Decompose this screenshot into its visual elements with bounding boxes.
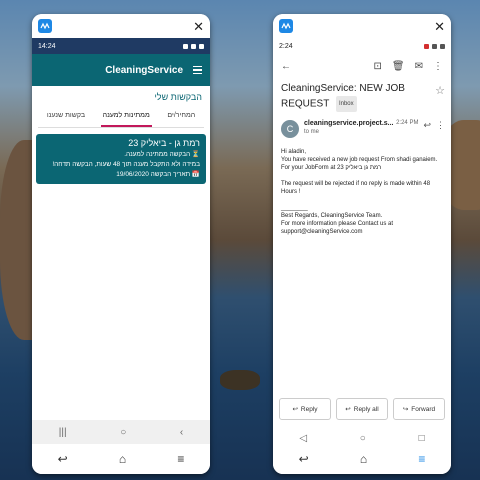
right-app-window: ✕ 2:24 ← ⊡ 🗑 ✉ ⋮ CleaningService: NEW JO… <box>273 14 451 474</box>
avatar: C <box>281 120 299 138</box>
status-bar: 14:24 <box>32 38 210 54</box>
request-status: הבקשה ממתינה למענה. <box>124 151 191 158</box>
close-icon[interactable]: ✕ <box>193 20 204 33</box>
menu-lines-icon[interactable]: ≡ <box>418 452 425 466</box>
reply-actions: ↩ Reply ↩ Reply all ↪ Forward <box>279 398 445 420</box>
body-line: For more information please Contact us a… <box>281 221 394 227</box>
back-icon[interactable]: ‹ <box>180 427 183 438</box>
tab-prices[interactable]: המחיר/ים <box>165 104 197 127</box>
delete-icon[interactable]: 🗑 <box>392 61 405 72</box>
wifi-icon <box>432 43 437 49</box>
home-outline-icon[interactable]: ⌂ <box>360 452 367 466</box>
body-line: Hi aladin, <box>281 149 307 155</box>
page-title: הבקשות שלי <box>154 92 202 102</box>
home-icon[interactable]: ○ <box>360 433 366 444</box>
window-bottom-bar: ↩ ⌂ ≡ <box>32 444 210 474</box>
window-titlebar: ✕ <box>32 14 210 38</box>
app-icon <box>279 19 293 33</box>
star-icon[interactable]: ☆ <box>435 84 445 98</box>
email-toolbar: ← ⊡ 🗑 ✉ ⋮ <box>273 54 451 78</box>
forward-button[interactable]: ↪ Forward <box>393 398 445 420</box>
status-time: 2:24 <box>279 42 293 50</box>
request-card[interactable]: רמת גן - ביאליק 23 ⏳ הבקשה ממתינה למענה.… <box>36 134 206 184</box>
hourglass-icon: ⏳ <box>191 151 200 158</box>
recipient[interactable]: to me <box>304 129 418 135</box>
tab-bar: בקשות שנענו ממתינות למענה המחיר/ים <box>38 104 204 128</box>
menu-lines-icon[interactable]: ≡ <box>177 452 184 466</box>
request-date: תאריך הבקשה 19/06/2020 <box>116 171 191 178</box>
back-arrow-icon[interactable]: ↩ <box>58 452 68 466</box>
sent-time: 2:24 PM <box>396 120 419 126</box>
body-line: ________ <box>281 205 308 211</box>
body-line: For your JobForm at רמת גן ביאליק 23 <box>281 165 382 171</box>
wifi-icon <box>183 43 188 49</box>
reply-icon[interactable]: ↩ <box>423 120 431 131</box>
signal-icon <box>191 43 196 49</box>
body-line: You have received a new job request From… <box>281 157 438 163</box>
email-body: Hi aladin, You have received a new job r… <box>273 138 451 246</box>
app-bar: CleaningService <box>32 54 210 86</box>
window-titlebar: ✕ <box>273 14 451 38</box>
reply-all-label: Reply all <box>353 405 379 413</box>
window-bottom-bar: ↩ ⌂ ≡ <box>273 444 451 474</box>
status-bar: 2:24 <box>273 38 451 54</box>
battery-icon <box>440 43 445 49</box>
app-icon <box>38 19 52 33</box>
body-line: The request will be rejected if no reply… <box>281 181 431 195</box>
recents-icon[interactable]: ||| <box>59 427 67 438</box>
email-subject: CleaningService: NEW JOB REQUEST Inbox ☆ <box>273 78 451 112</box>
sender-row: C cleaningservice.project.s... 2:24 PM t… <box>273 112 451 138</box>
more-icon[interactable]: ⋮ <box>433 61 443 72</box>
home-icon[interactable]: ○ <box>120 427 126 438</box>
inbox-label[interactable]: Inbox <box>335 96 357 112</box>
close-icon[interactable]: ✕ <box>434 20 445 33</box>
back-arrow-icon[interactable]: ← <box>281 61 291 72</box>
tab-pending[interactable]: ממתינות למענה <box>100 104 152 127</box>
battery-icon <box>199 43 204 49</box>
background-rock <box>220 370 260 390</box>
reply-label: Reply <box>300 405 318 413</box>
recents-icon[interactable]: □ <box>419 433 425 444</box>
tab-answered[interactable]: בקשות שנענו <box>45 104 87 127</box>
home-outline-icon[interactable]: ⌂ <box>119 452 126 466</box>
archive-icon[interactable]: ⊡ <box>374 61 382 72</box>
back-icon[interactable]: ◁ <box>299 433 307 444</box>
reply-icon: ↩ <box>292 406 298 413</box>
body-line[interactable]: support@cleaningService.com <box>281 228 443 236</box>
reply-all-icon: ↩ <box>345 406 351 413</box>
body-line: Best Regards, CleaningService Team. <box>281 213 383 219</box>
reply-button[interactable]: ↩ Reply <box>279 398 331 420</box>
sender-name: cleaningservice.project.s... <box>304 120 394 127</box>
menu-icon[interactable] <box>193 65 202 75</box>
back-arrow-icon[interactable]: ↩ <box>299 452 309 466</box>
left-app-window: ✕ 14:24 CleaningService הבקשות שלי בקשות… <box>32 14 210 474</box>
mail-icon[interactable]: ✉ <box>415 61 423 72</box>
calendar-icon: 📅 <box>191 171 200 178</box>
android-nav-bar: ||| ○ ‹ <box>32 420 210 444</box>
request-address: רמת גן - ביאליק 23 <box>128 138 200 148</box>
forward-icon: ↪ <box>402 406 409 413</box>
notification-icon <box>424 43 429 49</box>
request-warning: במידה ולא התקבל מענה תוך 48 שעות, הבקשה … <box>52 161 200 168</box>
app-title: CleaningService <box>105 64 183 76</box>
status-time: 14:24 <box>38 42 56 50</box>
reply-all-button[interactable]: ↩ Reply all <box>336 398 388 420</box>
more-icon[interactable]: ⋮ <box>436 120 445 131</box>
forward-label: Forward <box>411 405 436 413</box>
